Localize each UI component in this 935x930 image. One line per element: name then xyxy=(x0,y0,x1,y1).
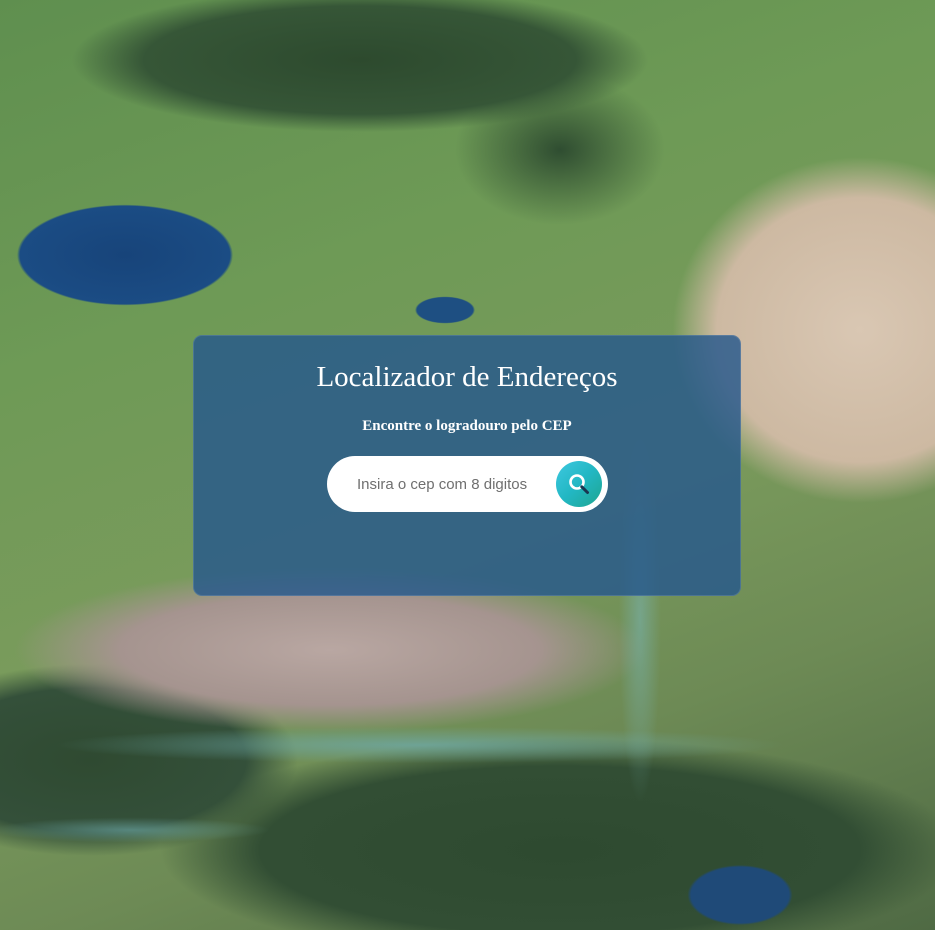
search-card: Localizador de Endereços Encontre o logr… xyxy=(193,335,741,596)
page-title: Localizador de Endereços xyxy=(316,361,618,393)
page-subtitle: Encontre o logradouro pelo CEP xyxy=(362,418,572,434)
cep-input[interactable] xyxy=(357,474,547,494)
search-bar xyxy=(327,456,608,512)
search-icon xyxy=(567,472,591,496)
search-button[interactable] xyxy=(556,461,602,507)
